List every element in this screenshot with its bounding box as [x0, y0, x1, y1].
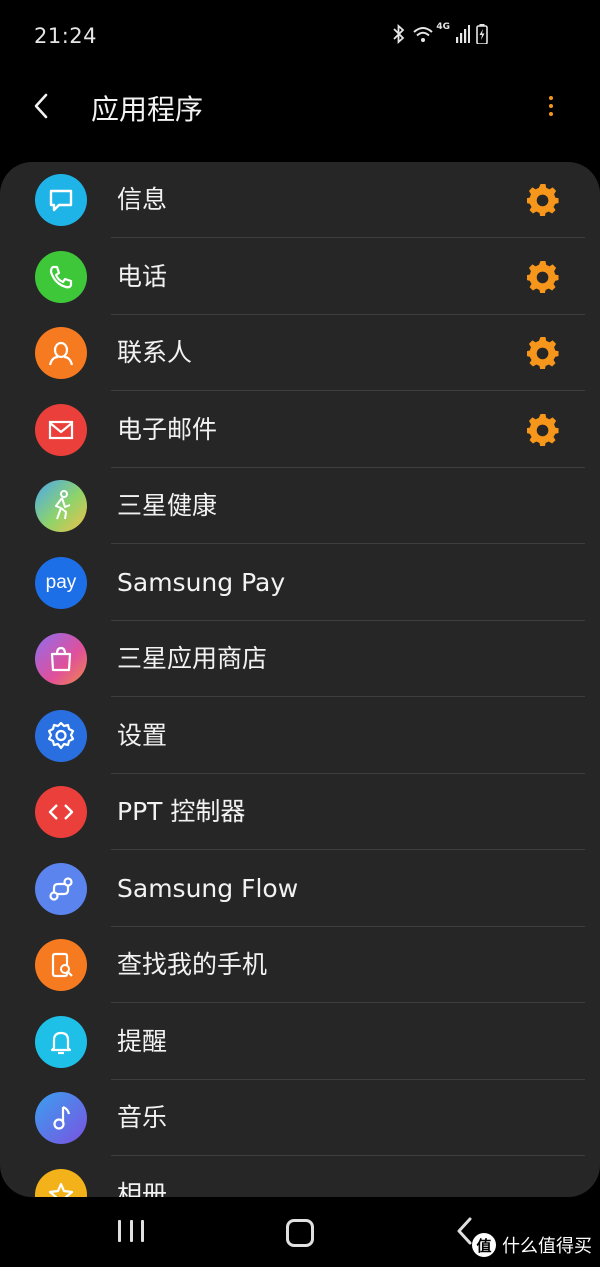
app-row[interactable]: 相册: [0, 1157, 600, 1198]
app-row[interactable]: 信息: [0, 162, 600, 238]
reminder-icon: [35, 1015, 87, 1068]
back-arrow-icon: [34, 93, 48, 119]
app-label: 设置: [117, 720, 168, 750]
battery-charging-icon: [476, 24, 488, 44]
app-label: 电子邮件: [117, 414, 218, 444]
app-label: 三星健康: [117, 491, 218, 520]
app-row[interactable]: 电子邮件: [0, 392, 600, 468]
more-options-button[interactable]: [542, 90, 560, 122]
app-label: 相册: [117, 1179, 168, 1198]
pay-icon: pay: [35, 556, 87, 609]
music-icon: [35, 1092, 87, 1144]
gear-icon: [527, 337, 559, 369]
app-label: 音乐: [117, 1103, 168, 1132]
nav-back-button[interactable]: [455, 1217, 473, 1249]
app-row[interactable]: 三星应用商店: [0, 621, 600, 697]
app-label: 提醒: [117, 1026, 168, 1056]
app-row[interactable]: 提醒: [0, 1004, 600, 1080]
gear-icon: [527, 260, 559, 293]
watermark-logo: 值: [472, 1233, 496, 1257]
more-dot: [549, 96, 553, 100]
app-label: 三星应用商店: [117, 644, 268, 673]
app-row[interactable]: 设置: [0, 698, 600, 774]
status-icons: 4G: [392, 22, 488, 44]
gear-icon: [527, 413, 559, 446]
settings-icon: [35, 709, 87, 762]
app-row[interactable]: 三星健康: [0, 468, 600, 544]
find-phone-icon: [35, 939, 87, 991]
back-button[interactable]: [26, 88, 56, 124]
bluetooth-icon: [393, 24, 405, 44]
more-dot: [549, 112, 553, 116]
app-label: 查找我的手机: [117, 950, 268, 979]
app-list: 信息电话联系人电子邮件三星健康 pay Samsung Pay 三星应用商店 设置 PPT…: [0, 162, 600, 1197]
page-title: 应用程序: [91, 93, 204, 126]
status-bar: 21:24 4G: [0, 0, 600, 76]
message-icon: [35, 174, 87, 226]
home-button[interactable]: [286, 1219, 314, 1247]
app-settings-button[interactable]: [526, 260, 560, 294]
app-label: PPT 控制器: [117, 797, 246, 826]
app-label: 信息: [117, 185, 168, 214]
app-row[interactable]: PPT 控制器: [0, 774, 600, 850]
email-icon: [35, 403, 87, 456]
app-bar: 应用程序: [0, 76, 600, 136]
wifi-icon: [413, 27, 434, 42]
app-settings-button[interactable]: [526, 183, 560, 217]
app-row[interactable]: Samsung Flow: [0, 851, 600, 927]
watermark-text: 什么值得买: [502, 1236, 592, 1257]
app-row[interactable]: 电话: [0, 239, 600, 315]
app-settings-button[interactable]: [526, 336, 560, 370]
contact-icon: [35, 327, 87, 379]
app-row[interactable]: 音乐: [0, 1080, 600, 1156]
app-row[interactable]: 联系人: [0, 315, 600, 391]
gallery-icon: [35, 1168, 87, 1197]
store-icon: [35, 633, 87, 685]
flow-icon: [35, 862, 87, 915]
network-type: 4G: [436, 22, 450, 32]
status-time: 21:24: [34, 24, 98, 48]
app-label: 电话: [117, 261, 168, 291]
app-label: Samsung Pay: [117, 567, 286, 597]
app-row[interactable]: pay Samsung Pay: [0, 545, 600, 621]
app-label: 联系人: [117, 338, 193, 367]
phone-icon: [35, 250, 87, 303]
app-settings-button[interactable]: [526, 413, 560, 447]
signal-icon: [456, 25, 470, 43]
recents-button[interactable]: [118, 1220, 144, 1244]
app-row[interactable]: 查找我的手机: [0, 927, 600, 1003]
gear-icon: [527, 184, 559, 216]
nav-back-icon: [457, 1217, 472, 1245]
watermark: 值 什么值得买: [472, 1232, 592, 1258]
more-dot: [549, 104, 553, 108]
app-label: Samsung Flow: [117, 873, 299, 903]
ppt-controller-icon: [35, 786, 87, 838]
health-icon: [35, 480, 87, 532]
